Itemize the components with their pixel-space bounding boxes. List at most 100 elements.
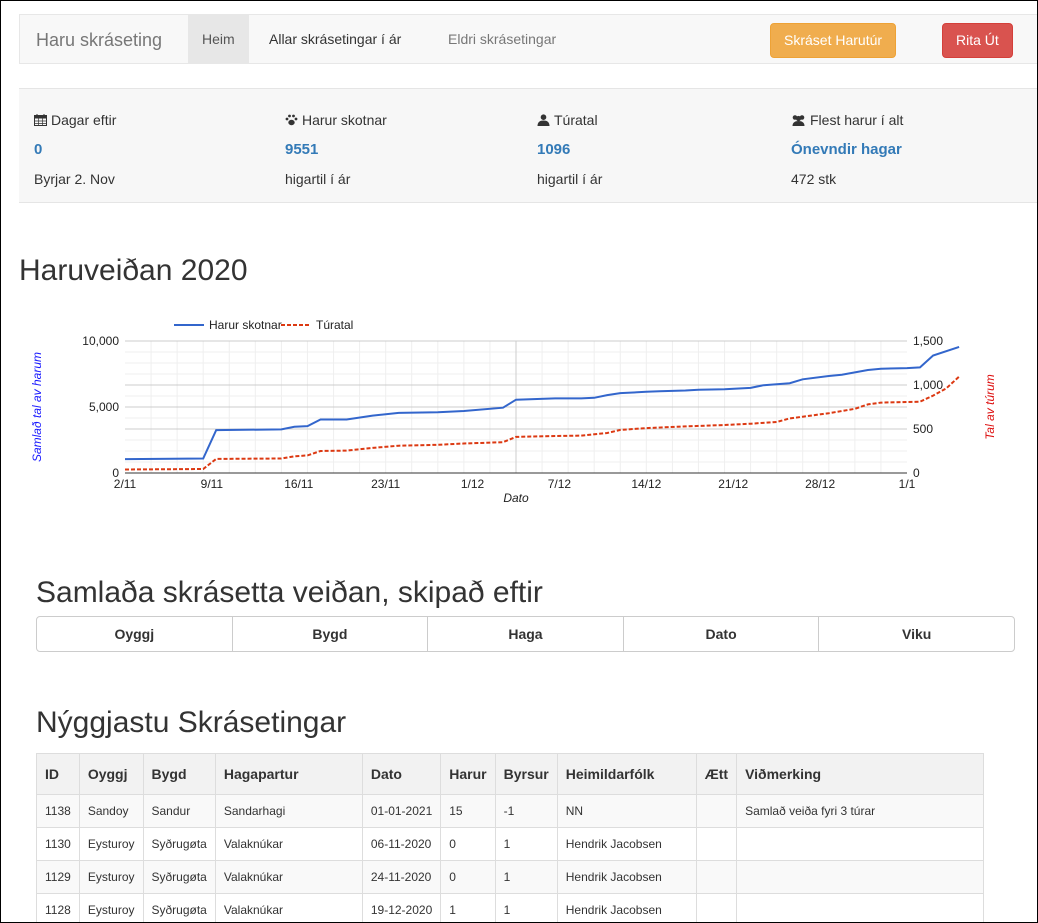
- table-cell: 01-01-2021: [361, 794, 442, 828]
- table-row[interactable]: 1129 Eysturoy Syðrugøta Valaknúkar 24-11…: [36, 860, 985, 894]
- sort-by-pasture-button[interactable]: Haga: [428, 617, 624, 651]
- table-cell: [736, 860, 985, 894]
- table-cell: Valaknúkar: [214, 827, 363, 861]
- column-header: Harur: [440, 753, 496, 795]
- stats-panel: Dagar eftir 0 Byrjar 2. Nov Harur skotna…: [19, 88, 1037, 203]
- table-header-row: ID Oyggj Bygd Hagapartur Dato Harur Byrs…: [36, 753, 985, 795]
- table-cell: 1138: [36, 794, 80, 828]
- table-cell: Eysturoy: [78, 827, 144, 861]
- latest-title: Nýggjastu Skrásetingar: [36, 706, 347, 739]
- table-cell: 1129: [36, 860, 80, 894]
- table-cell: Eysturoy: [78, 860, 144, 894]
- table-cell: Eysturoy: [78, 893, 144, 922]
- stat-label: Harur skotnar: [302, 112, 387, 128]
- sort-by-date-button[interactable]: Dato: [624, 617, 820, 651]
- x-tick-label: 7/12: [548, 477, 572, 491]
- y-left-tick-label: 0: [112, 466, 119, 480]
- table-cell: 1128: [36, 893, 80, 922]
- x-tick-label: 9/11: [201, 477, 224, 491]
- user-icon: [537, 114, 550, 126]
- column-header: Byrsur: [494, 753, 558, 795]
- table-row[interactable]: 1128 Eysturoy Syðrugøta Valaknúkar 19-12…: [36, 893, 985, 922]
- calendar-icon: [34, 114, 47, 126]
- legend-label: Túratal: [316, 318, 353, 332]
- stat-value: 0: [34, 141, 43, 158]
- stat-label: Dagar eftir: [51, 112, 117, 128]
- table-cell: -1: [494, 794, 558, 828]
- table-cell: Hendrik Jacobsen: [556, 893, 697, 922]
- column-header: Dato: [361, 753, 442, 795]
- column-header: Bygd: [142, 753, 216, 795]
- stat-subtext: 472 stk: [791, 171, 837, 187]
- table-cell: Syðrugøta: [142, 827, 216, 861]
- stat-label: Túratal: [554, 112, 598, 128]
- y-right-tick-label: 1,500: [913, 334, 943, 348]
- column-header: Viðmerking: [736, 753, 985, 795]
- x-tick-label: 16/11: [284, 477, 313, 491]
- y-left-tick-label: 10,000: [82, 334, 119, 348]
- stat-value: 9551: [285, 141, 319, 158]
- x-tick-label: 28/12: [805, 477, 835, 491]
- stat-value[interactable]: Ónevndir hagar: [791, 141, 902, 158]
- stat-subtext: higartil í ár: [285, 171, 351, 187]
- table-cell: Valaknúkar: [214, 893, 363, 922]
- table-cell: [736, 893, 985, 922]
- table-cell: 06-11-2020: [361, 827, 442, 861]
- navbar: Haru skráseting Heim Allar skrásetingar …: [19, 14, 1037, 64]
- sort-by-island-button[interactable]: Oyggj: [37, 617, 233, 651]
- chart-svg: 2/11 9/11 16/11 23/11 1/12 7/12 14/12 21/12 28/1…: [30, 318, 997, 505]
- table-cell: Syðrugøta: [142, 860, 216, 894]
- stat-label: Flest harur í alt: [810, 112, 904, 128]
- brand-link[interactable]: Haru skráseting: [36, 30, 162, 51]
- table-cell: Valaknúkar: [214, 860, 363, 894]
- y-right-tick-label: 500: [913, 422, 933, 436]
- users-icon: [792, 115, 805, 126]
- y-right-axis-label: Tal av túrum: [983, 374, 997, 440]
- nav-home[interactable]: Heim: [188, 15, 249, 63]
- table-cell: [695, 860, 738, 894]
- sort-by-village-button[interactable]: Bygd: [233, 617, 429, 651]
- legend-label: Harur skotnar: [209, 318, 282, 332]
- line-chart: 2/11 9/11 16/11 23/11 1/12 7/12 14/12 21/12 28/1…: [19, 311, 1019, 521]
- table-cell: [695, 794, 738, 828]
- stat-value: 1096: [537, 141, 571, 158]
- table-cell: 1: [494, 827, 558, 861]
- table-cell: 1: [494, 860, 558, 894]
- x-tick-label: 14/12: [631, 477, 661, 491]
- table-cell: 19-12-2020: [361, 893, 442, 922]
- column-header: Hagapartur: [214, 753, 363, 795]
- sort-by-week-button[interactable]: Viku: [819, 617, 1014, 651]
- sort-button-group: Oyggj Bygd Haga Dato Viku: [36, 616, 1015, 652]
- latest-registrations-table: ID Oyggj Bygd Hagapartur Dato Harur Byrs…: [36, 753, 985, 922]
- x-axis-label: Dato: [503, 491, 529, 505]
- column-header: ID: [36, 753, 80, 795]
- x-tick-label: 23/11: [371, 477, 400, 491]
- y-right-tick-label: 1,000: [913, 378, 943, 392]
- nav-all-registrations[interactable]: Allar skrásetingar í ár: [255, 15, 415, 63]
- paw-icon: [285, 114, 298, 126]
- page: Haru skráseting Heim Allar skrásetingar …: [0, 0, 1038, 923]
- x-tick-label: 1/12: [461, 477, 485, 491]
- y-left-axis-label: Samlað tal av harum: [30, 352, 44, 462]
- column-header: Oyggj: [78, 753, 144, 795]
- table-cell: 15: [440, 794, 496, 828]
- table-row[interactable]: 1138 Sandoy Sandur Sandarhagi 01-01-2021…: [36, 794, 985, 828]
- table-cell: [736, 827, 985, 861]
- nav-older-registrations[interactable]: Eldri skrásetingar: [434, 15, 570, 63]
- table-row[interactable]: 1130 Eysturoy Syðrugøta Valaknúkar 06-11…: [36, 827, 985, 861]
- table-cell: Sandur: [142, 794, 216, 828]
- logout-button[interactable]: Rita Út: [942, 23, 1013, 58]
- table-cell: 1: [494, 893, 558, 922]
- table-cell: Hendrik Jacobsen: [556, 860, 697, 894]
- register-trip-button[interactable]: Skráset Harutúr: [770, 23, 897, 58]
- summary-title: Samlaða skrásetta veiðan, skipað eftir: [36, 576, 543, 609]
- table-cell: Sandarhagi: [214, 794, 363, 828]
- table-cell: Hendrik Jacobsen: [556, 827, 697, 861]
- y-left-tick-label: 5,000: [89, 400, 119, 414]
- table-cell: 1: [440, 893, 496, 922]
- chart-title: Haruveiðan 2020: [19, 254, 248, 287]
- table-cell: 1130: [36, 827, 80, 861]
- table-cell: [695, 893, 738, 922]
- table-cell: NN: [556, 794, 697, 828]
- table-cell: 0: [440, 860, 496, 894]
